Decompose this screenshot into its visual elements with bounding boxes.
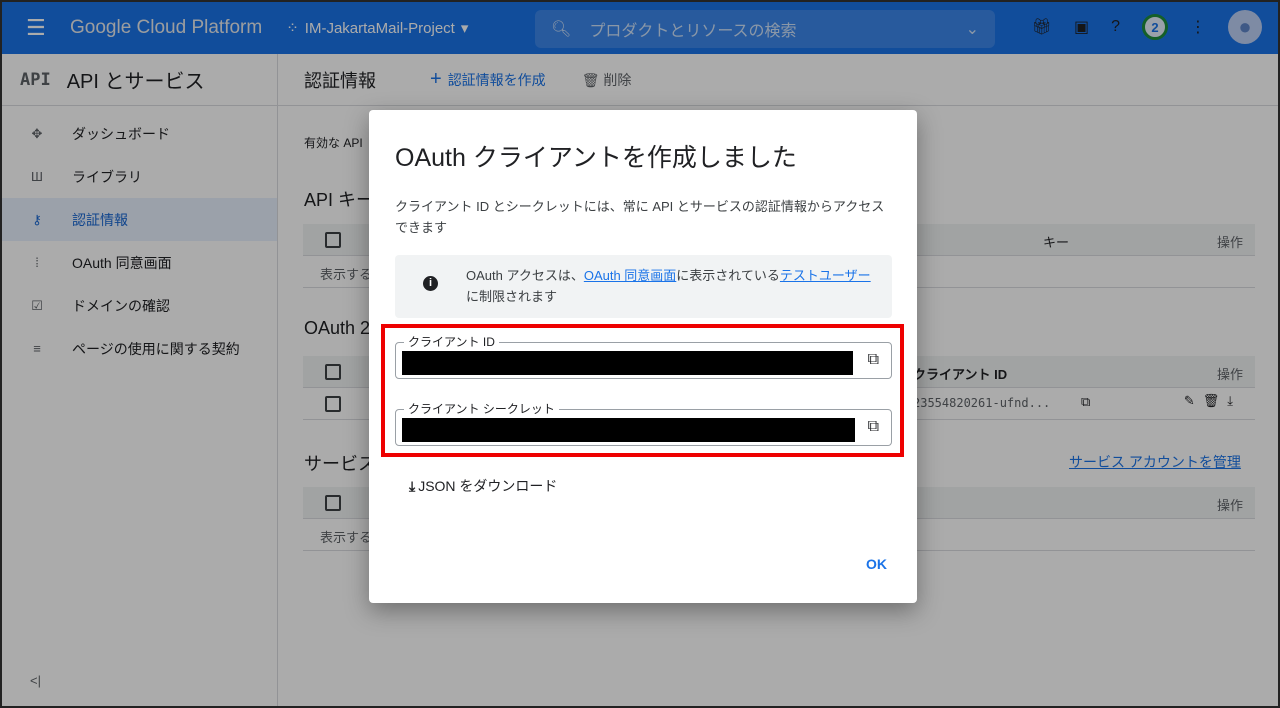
redacted-value (402, 418, 855, 442)
copy-icon[interactable]: ⧉ (868, 418, 879, 436)
client-secret-field[interactable]: クライアント シークレット ⧉ (395, 400, 892, 446)
field-label: クライアント シークレット (404, 400, 559, 417)
info-icon: i (423, 276, 438, 291)
ok-button[interactable]: OK (866, 556, 887, 572)
label: JSON をダウンロード (418, 478, 558, 494)
download-json-button[interactable]: ⤓ JSON をダウンロード (409, 476, 557, 496)
info-text: に表示されている (676, 268, 780, 283)
dialog-title: OAuth クライアントを作成しました (395, 144, 797, 172)
info-text: に制限されます (466, 289, 558, 304)
info-banner: i OAuth アクセスは、OAuth 同意画面に表示されているテストユーザーに… (395, 255, 892, 318)
field-label: クライアント ID (404, 333, 499, 350)
redacted-value (402, 351, 853, 375)
copy-icon[interactable]: ⧉ (868, 351, 879, 369)
download-icon: ⤓ (409, 477, 416, 494)
test-users-link[interactable]: テストユーザー (780, 268, 871, 283)
dialog-description: クライアント ID とシークレットには、常に API とサービスの認証情報からア… (395, 199, 885, 235)
consent-screen-link[interactable]: OAuth 同意画面 (584, 268, 676, 283)
oauth-created-dialog: OAuth クライアントを作成しました クライアント ID とシークレットには、… (369, 110, 917, 603)
client-id-field[interactable]: クライアント ID ⧉ (395, 333, 892, 379)
info-text: OAuth アクセスは、 (466, 268, 584, 283)
